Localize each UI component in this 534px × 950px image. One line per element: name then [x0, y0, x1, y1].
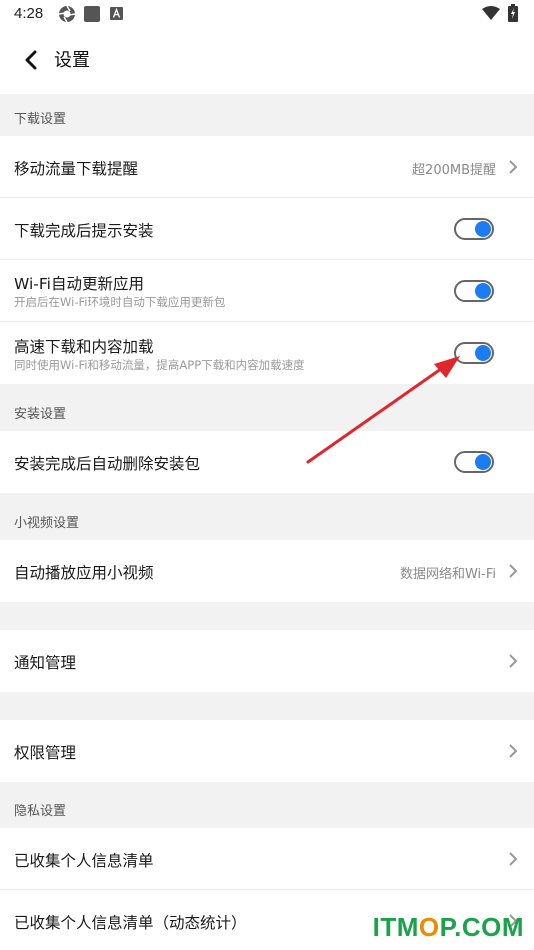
section-label-download: 下载设置: [14, 112, 67, 127]
square-notification-icon: [84, 6, 100, 22]
mobile-data-reminder-row[interactable]: 移动流量下载提醒 超200MB提醒: [0, 136, 534, 198]
chevron-right-icon: [509, 654, 518, 668]
toggle-knob: [475, 454, 491, 470]
wifi-auto-update-toggle[interactable]: [454, 280, 494, 302]
status-time: 4:28: [14, 5, 44, 22]
high-speed-download-row: 高速下载和内容加载 同时使用Wi-Fi和移动流量，提高APP下载和内容加载速度: [0, 322, 534, 384]
autoplay-video-title: 自动播放应用小视频: [14, 564, 154, 582]
back-arrow-icon[interactable]: [18, 46, 46, 74]
section-label-install: 安装设置: [14, 407, 67, 422]
wifi-signal-icon: [482, 6, 500, 20]
watermark-text-o: O: [418, 912, 440, 942]
auto-delete-package-row: 安装完成后自动删除安装包: [0, 431, 534, 493]
prompt-install-row: 下载完成后提示安装: [0, 198, 534, 260]
mobile-data-reminder-value: 超200MB提醒: [412, 163, 496, 178]
high-speed-download-toggle[interactable]: [454, 342, 494, 364]
toggle-knob: [475, 221, 491, 237]
high-speed-download-title: 高速下载和内容加载: [14, 338, 154, 356]
prompt-install-toggle[interactable]: [454, 218, 494, 240]
prompt-install-title: 下载完成后提示安装: [14, 222, 154, 240]
wifi-auto-update-title: Wi-Fi自动更新应用: [14, 275, 144, 293]
battery-charging-icon: [508, 4, 518, 22]
personal-info-dynamic-title: 已收集个人信息清单（动态统计）: [14, 914, 247, 932]
notification-management-title: 通知管理: [14, 654, 77, 672]
permission-management-row[interactable]: 权限管理: [0, 720, 534, 782]
toggle-knob: [475, 345, 491, 361]
toggle-knob: [475, 283, 491, 299]
chevron-right-icon: [509, 564, 518, 578]
wifi-auto-update-subtitle: 开启后在Wi-Fi环境时自动下载应用更新包: [14, 295, 226, 309]
auto-delete-package-title: 安装完成后自动删除安装包: [14, 455, 201, 473]
status-bar: 4:28: [0, 0, 534, 28]
high-speed-download-subtitle: 同时使用Wi-Fi和移动流量，提高APP下载和内容加载速度: [14, 358, 305, 372]
chevron-right-icon: [509, 744, 518, 758]
chevron-right-icon: [509, 160, 518, 174]
mobile-data-reminder-title: 移动流量下载提醒: [14, 160, 139, 178]
app-shutter-icon: [58, 5, 76, 23]
auto-delete-package-toggle[interactable]: [454, 451, 494, 473]
page-title: 设置: [54, 50, 90, 71]
permission-management-title: 权限管理: [14, 744, 77, 762]
section-label-privacy: 隐私设置: [14, 804, 67, 819]
section-label-video: 小视频设置: [14, 516, 80, 531]
wifi-auto-update-row: Wi-Fi自动更新应用 开启后在Wi-Fi环境时自动下载应用更新包: [0, 260, 534, 322]
notification-management-row[interactable]: 通知管理: [0, 630, 534, 692]
app-a-icon: [110, 7, 123, 20]
watermark-text-rest: P.COM: [439, 912, 524, 942]
app-header: 设置: [0, 28, 534, 94]
autoplay-video-row[interactable]: 自动播放应用小视频 数据网络和Wi-Fi: [0, 540, 534, 602]
personal-info-list-row[interactable]: 已收集个人信息清单: [0, 828, 534, 890]
chevron-right-icon: [509, 852, 518, 866]
itmop-watermark: ITMOP.COM: [373, 912, 524, 943]
autoplay-video-value: 数据网络和Wi-Fi: [399, 567, 496, 582]
watermark-text-it: ITM: [372, 912, 419, 942]
personal-info-list-title: 已收集个人信息清单: [14, 852, 154, 870]
